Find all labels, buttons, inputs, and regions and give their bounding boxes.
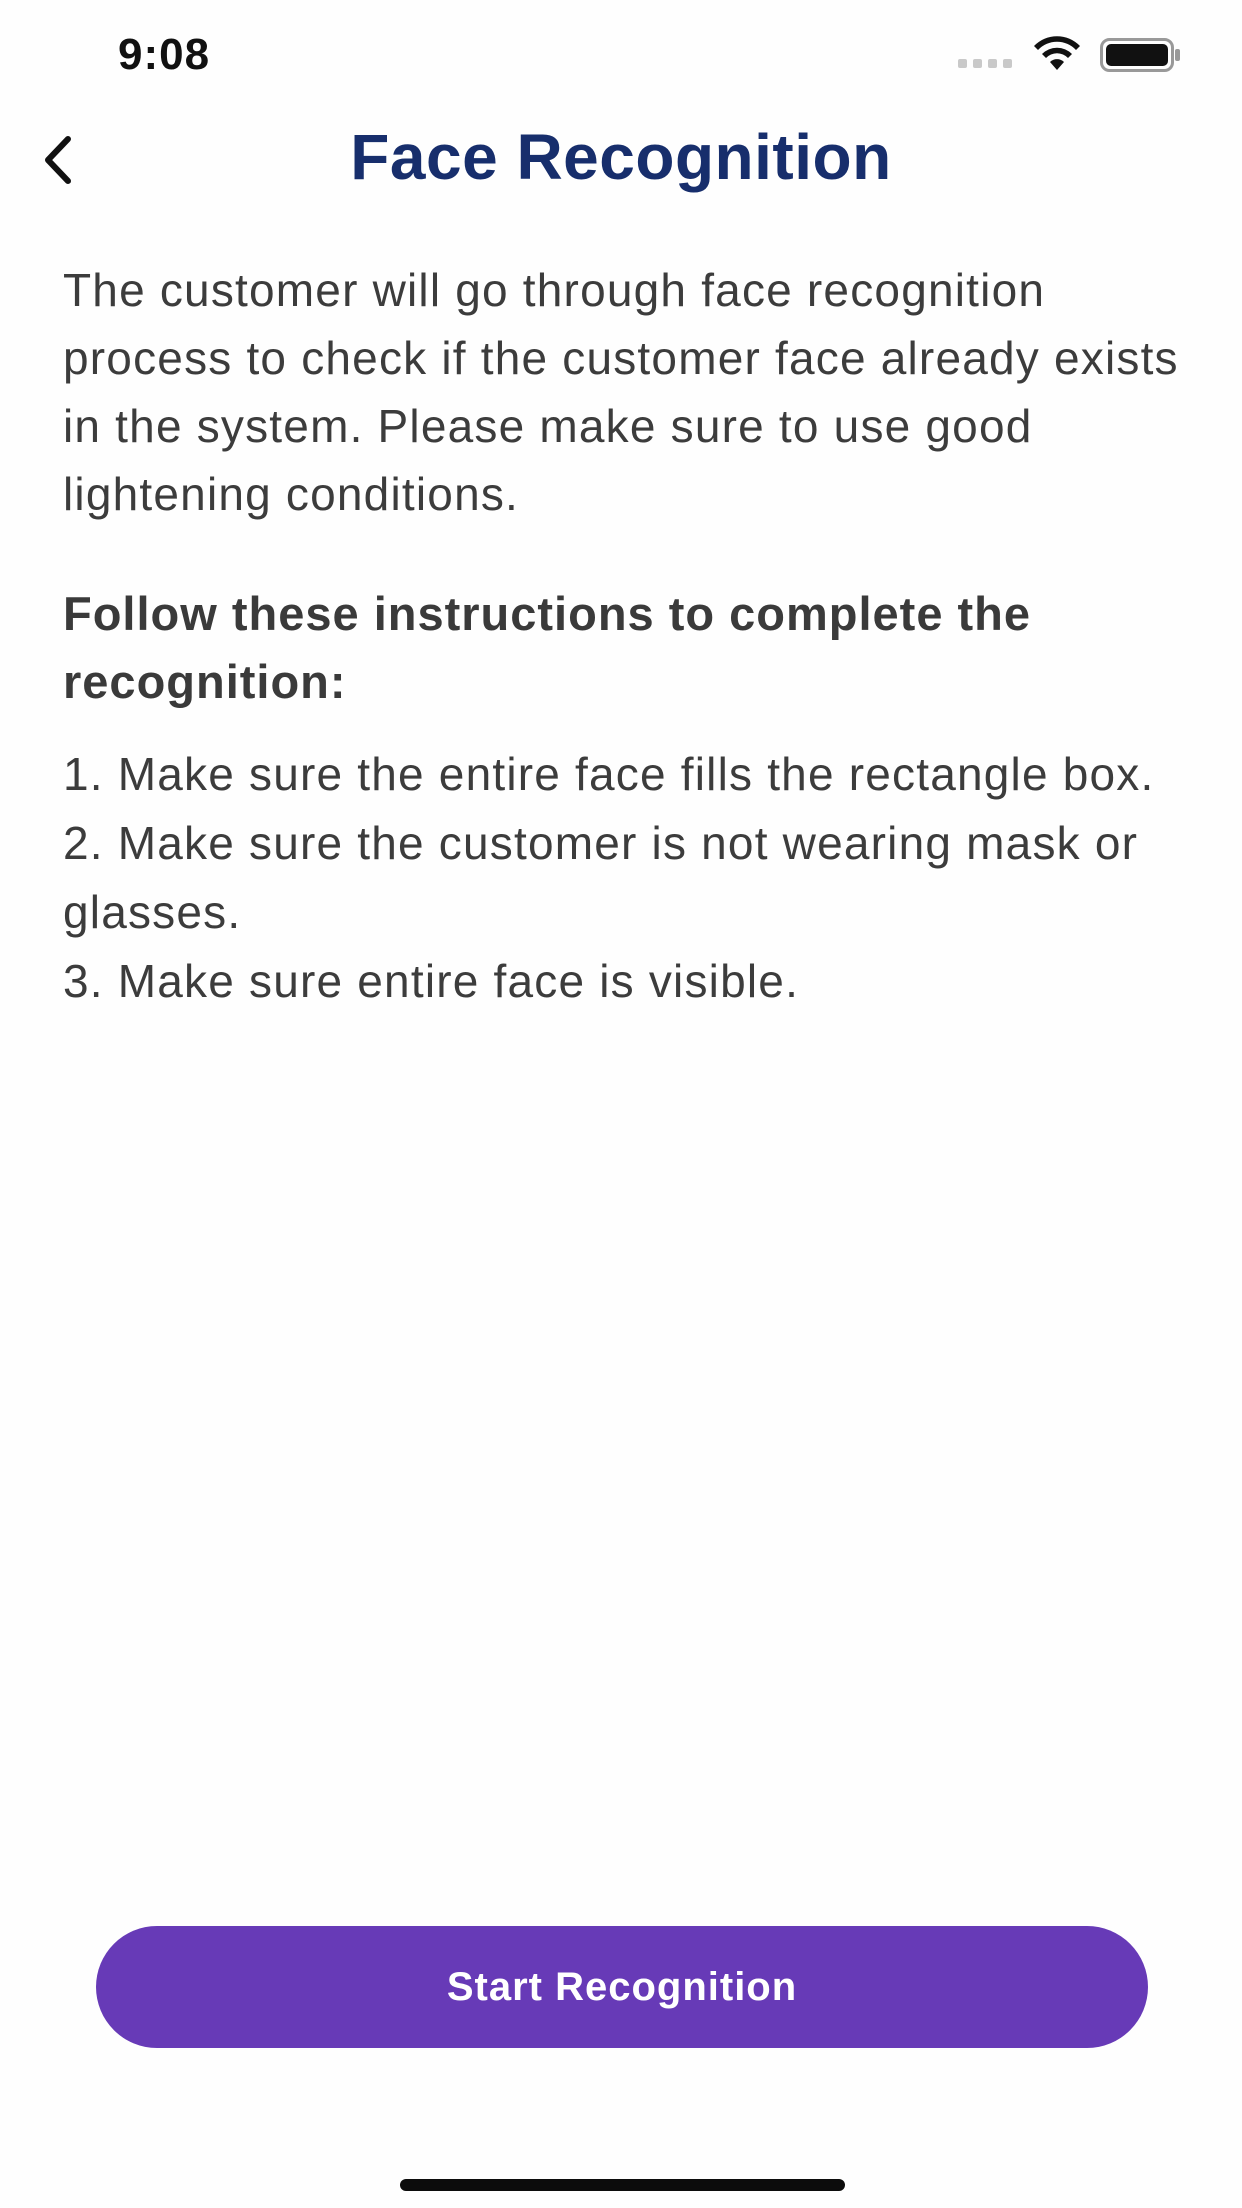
start-recognition-button[interactable]: Start Recognition xyxy=(96,1926,1148,2048)
battery-icon xyxy=(1100,38,1180,72)
instructions-heading: Follow these instructions to complete th… xyxy=(63,587,1032,708)
status-time: 9:08 xyxy=(118,30,211,79)
instruction-steps: 1. Make sure the entire face fills the r… xyxy=(63,740,1193,1016)
wifi-icon xyxy=(1034,36,1080,70)
instruction-step: 3. Make sure entire face is visible. xyxy=(63,955,800,1007)
home-indicator xyxy=(400,2179,845,2191)
instruction-step: 2. Make sure the customer is not wearing… xyxy=(63,817,1139,938)
navigation-bar: Face Recognition xyxy=(0,110,1242,210)
status-bar: 9:08 xyxy=(0,0,1242,110)
content-area: The customer will go through face recogn… xyxy=(63,256,1193,1016)
cellular-signal-icon xyxy=(958,59,1012,68)
page-title: Face Recognition xyxy=(350,121,892,193)
intro-text: The customer will go through face recogn… xyxy=(63,264,1179,520)
instruction-step: 1. Make sure the entire face fills the r… xyxy=(63,748,1155,800)
face-recognition-screen: 9:08 Face Recognition The customer will … xyxy=(0,0,1242,2208)
